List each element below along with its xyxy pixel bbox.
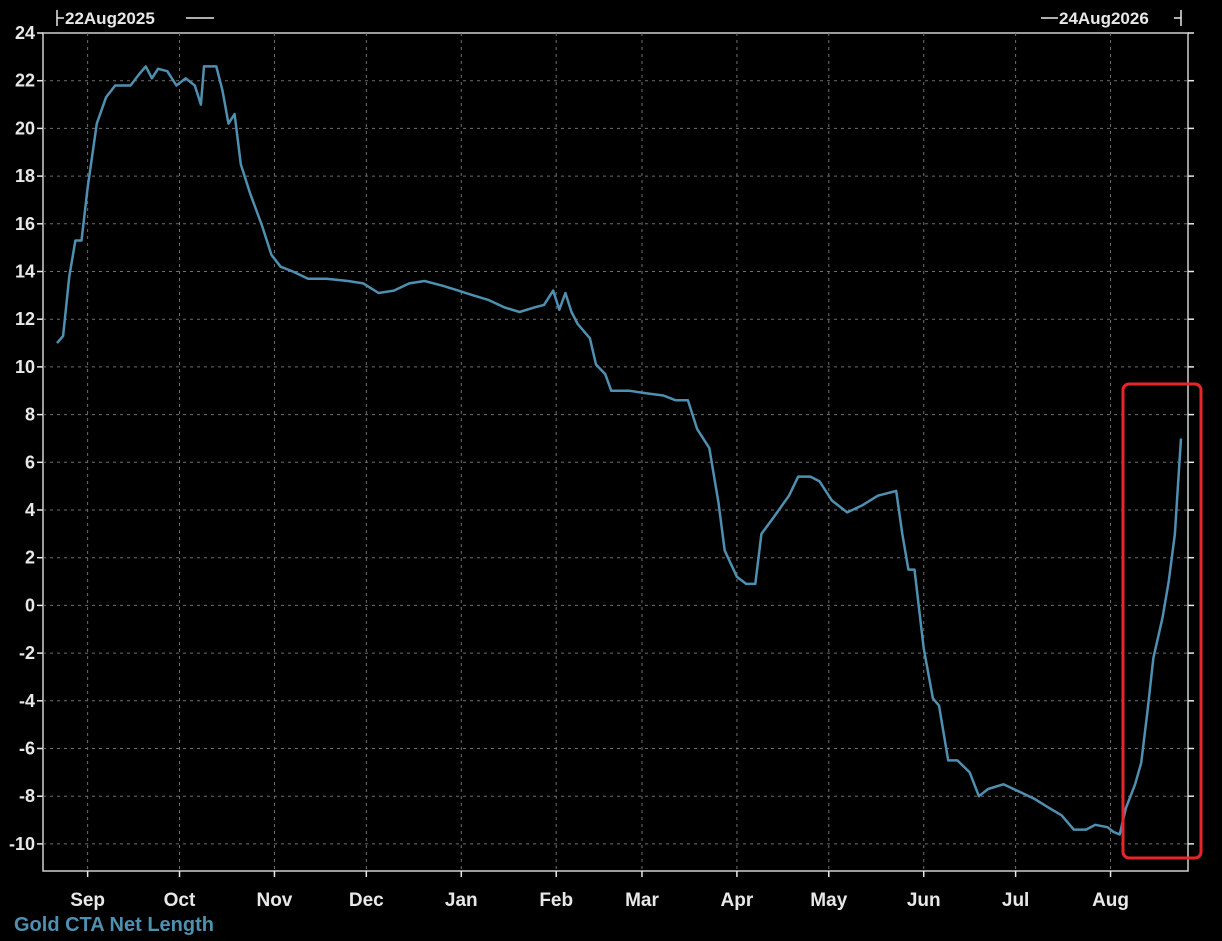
- x-tick-label: Oct: [164, 890, 196, 911]
- y-tick-label: 16: [15, 214, 35, 234]
- x-tick-label: Sep: [70, 890, 105, 911]
- x-axis-ticks: Sep Oct Nov Dec Jan Feb Mar Apr May Jun Jul Aug: [70, 871, 1129, 911]
- series-lines: [56, 65, 1183, 836]
- x-tick-label: May: [810, 890, 847, 911]
- end-date-label: 24Aug2026: [1059, 9, 1149, 28]
- y-tick-label: 0: [25, 595, 35, 615]
- y-tick-label: -2: [19, 643, 35, 663]
- y-tick-label: 22: [15, 71, 35, 91]
- plot-frame: [42, 32, 1189, 872]
- y-tick-label: -6: [19, 739, 35, 759]
- start-date-marker: 22Aug2025: [56, 9, 214, 28]
- y-tick-label: 12: [15, 309, 35, 329]
- x-tick-label: Aug: [1092, 890, 1129, 911]
- x-tick-label: Feb: [539, 890, 573, 911]
- y-tick-label: 14: [15, 262, 35, 282]
- x-tick-label: Mar: [625, 890, 659, 911]
- y-tick-label: 24: [15, 23, 35, 43]
- x-tick-label: Dec: [349, 890, 384, 911]
- chart: 242220181614121086420-2-4-6-8-10 Sep Oct N…: [9, 9, 1203, 911]
- y-axis-ticks: 242220181614121086420-2-4-6-8-10: [9, 23, 1194, 854]
- series-line: [56, 65, 1183, 836]
- x-tick-label: Jun: [907, 890, 941, 911]
- y-tick-label: 2: [25, 548, 35, 568]
- y-tick-label: 18: [15, 166, 35, 186]
- x-tick-label: Apr: [721, 890, 754, 911]
- y-tick-label: -8: [19, 786, 35, 806]
- x-tick-label: Jan: [445, 890, 478, 911]
- y-tick-label: 20: [15, 118, 35, 138]
- end-date-marker: 24Aug2026: [1041, 9, 1182, 28]
- grid-horizontal: [43, 80, 1188, 845]
- series-label: Gold CTA Net Length: [14, 914, 214, 936]
- x-tick-label: Nov: [256, 890, 292, 911]
- y-tick-label: 8: [25, 405, 35, 425]
- start-date-label: 22Aug2025: [65, 9, 155, 28]
- y-tick-label: 6: [25, 452, 35, 472]
- y-tick-label: -10: [9, 834, 35, 854]
- x-tick-label: Jul: [1002, 890, 1029, 911]
- y-tick-label: 4: [25, 500, 35, 520]
- y-tick-label: -4: [19, 691, 35, 711]
- y-tick-label: 10: [15, 357, 35, 377]
